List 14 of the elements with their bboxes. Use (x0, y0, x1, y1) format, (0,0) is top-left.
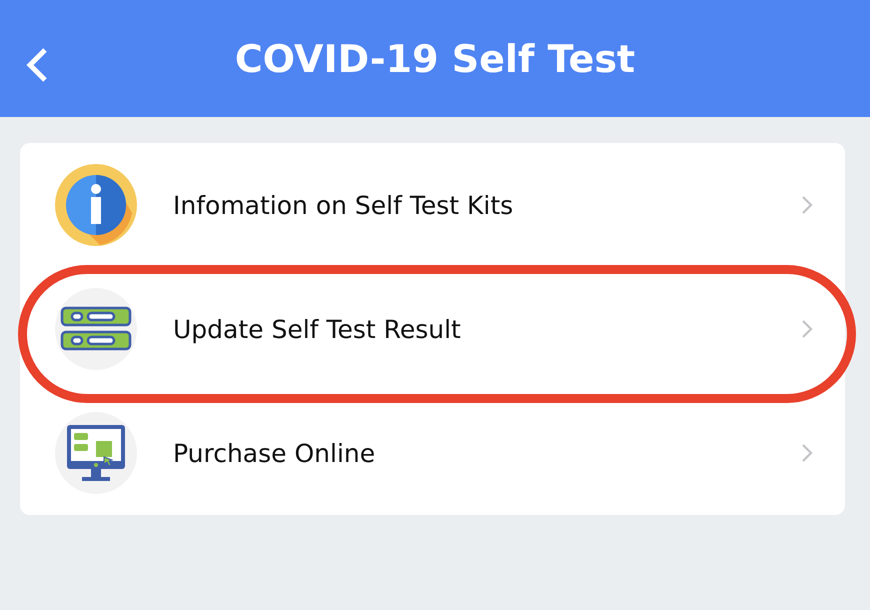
chevron-icon (801, 319, 813, 339)
menu-item[interactable]: Update Self Test Result (20, 267, 845, 391)
menu-item[interactable]: Purchase Online (20, 391, 845, 515)
chevron-icon (801, 195, 813, 215)
info-icon (54, 163, 138, 247)
menu-item-label: Infomation on Self Test Kits (173, 190, 514, 220)
menu-item-label: Purchase Online (173, 438, 376, 468)
back-icon[interactable] (25, 47, 49, 83)
chevron-icon (801, 443, 813, 463)
computer-shopping-icon (54, 411, 138, 495)
menu-item-label: Update Self Test Result (173, 314, 462, 344)
menu-item[interactable]: Infomation on Self Test Kits (20, 143, 845, 267)
test-result-icon (54, 287, 138, 371)
page-title: COVID-19 Self Test (234, 36, 636, 80)
